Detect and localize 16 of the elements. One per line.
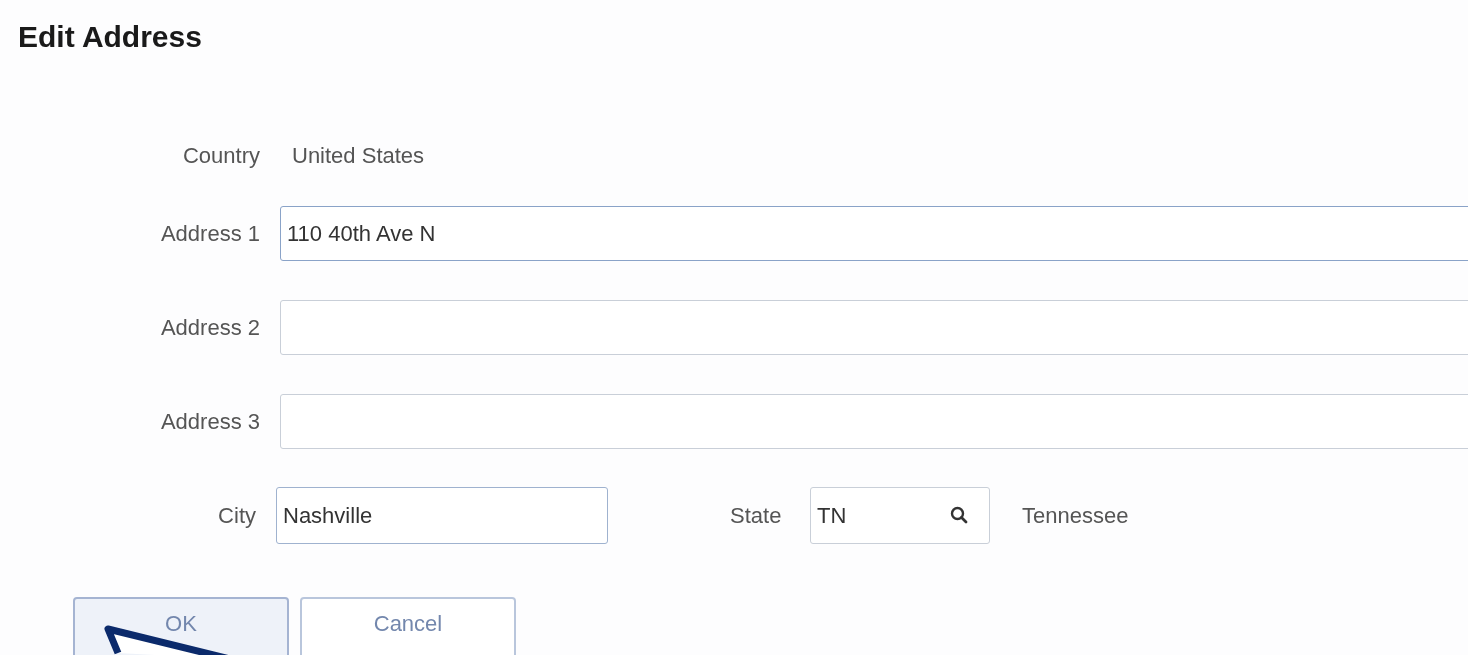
field-label: Address 3 [159,408,261,435]
state-field[interactable]: TN [810,487,990,544]
address-field[interactable] [280,300,1468,355]
address-field[interactable]: 110 40th Ave N [280,206,1468,261]
country-value: United States [292,143,425,169]
address-field[interactable] [280,394,1468,449]
cancel-button[interactable]: Cancel [300,597,516,655]
field-label: Country [181,143,261,169]
search-icon[interactable] [950,506,968,524]
page-title: Edit Address [18,20,202,54]
city-field[interactable]: Nashville [276,487,608,544]
state-name: Tennessee [1022,502,1129,529]
field-label: Address 2 [159,314,261,341]
field-label: State [730,502,783,529]
field-label: City [217,502,257,529]
field-label: Address 1 [159,220,261,247]
